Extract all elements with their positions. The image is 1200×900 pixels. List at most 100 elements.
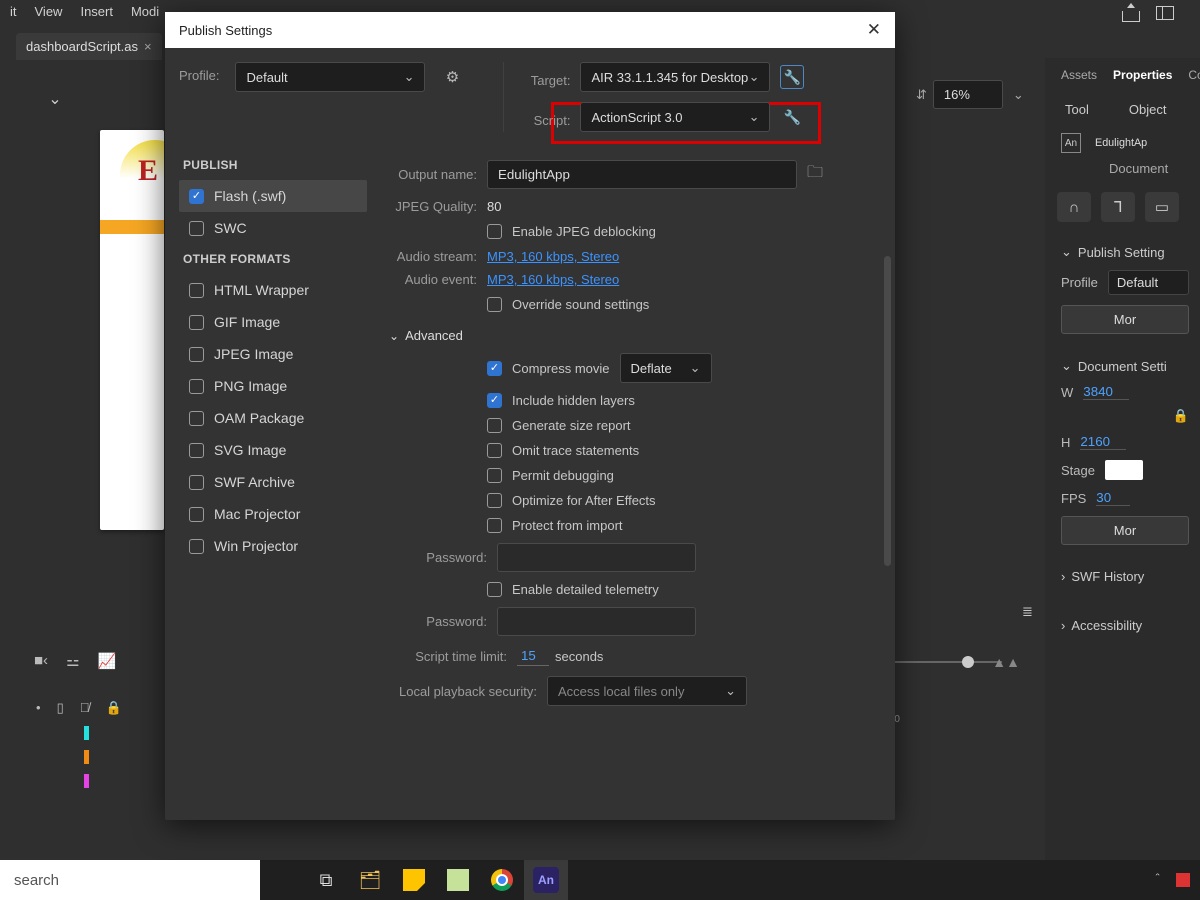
chevron-right-icon[interactable]: ›	[1061, 569, 1065, 584]
audio-stream-value[interactable]: MP3, 160 kbps, Stereo	[487, 249, 619, 264]
checkbox[interactable]	[189, 315, 204, 330]
password-input[interactable]	[497, 543, 696, 572]
dialog-scrollbar[interactable]	[884, 256, 891, 566]
keyframe-marker[interactable]	[84, 750, 89, 764]
gear-icon[interactable]: ⚙	[441, 66, 463, 88]
checkbox-include-hidden[interactable]	[487, 393, 502, 408]
tab-properties[interactable]: Properties	[1105, 64, 1180, 86]
format-svg[interactable]: SVG Image	[179, 434, 367, 466]
keyframe-marker[interactable]	[84, 726, 89, 740]
share-icon[interactable]	[1122, 6, 1140, 22]
page-icon[interactable]: ▯	[57, 700, 64, 716]
film-icon[interactable]: ▭	[1145, 192, 1179, 222]
format-oam[interactable]: OAM Package	[179, 402, 367, 434]
tray-chevron-icon[interactable]: ＾	[1151, 871, 1164, 890]
close-tab-icon[interactable]: ×	[144, 39, 152, 54]
menu-it[interactable]: it	[10, 4, 17, 19]
subtab-tool[interactable]: Tool	[1065, 102, 1089, 117]
format-gif[interactable]: GIF Image	[179, 306, 367, 338]
target-dropdown[interactable]: AIR 33.1.1.345 for Desktop⌄	[580, 62, 770, 92]
chevron-down-icon[interactable]: ⌄	[1061, 358, 1072, 374]
graph-icon[interactable]: ⚍	[66, 652, 79, 670]
script-limit-input[interactable]	[517, 646, 549, 666]
link-dimensions-icon[interactable]: 🔒	[1173, 408, 1189, 424]
format-mac-projector[interactable]: Mac Projector	[179, 498, 367, 530]
checkbox[interactable]	[189, 507, 204, 522]
checkbox-protect-import[interactable]	[487, 518, 502, 533]
tab-color[interactable]: Col	[1180, 64, 1200, 86]
height-input[interactable]	[1080, 434, 1126, 450]
format-win-projector[interactable]: Win Projector	[179, 530, 367, 562]
telemetry-password-input[interactable]	[497, 607, 696, 636]
width-input[interactable]	[1083, 384, 1129, 400]
align-icon[interactable]: ᒣ	[1101, 192, 1135, 222]
sect-document[interactable]: Document Setti	[1078, 359, 1167, 374]
magnet-icon[interactable]: ∩	[1057, 192, 1091, 222]
zoom-dropdown[interactable]: 16%	[933, 80, 1003, 109]
checkbox-optimize-ae[interactable]	[487, 493, 502, 508]
system-tray[interactable]: ＾	[1151, 871, 1200, 890]
checkbox[interactable]	[189, 347, 204, 362]
stage-color-swatch[interactable]	[1105, 460, 1143, 480]
document-tab[interactable]: dashboardScript.as ×	[16, 33, 162, 60]
task-view-icon[interactable]: ⧉	[304, 860, 348, 900]
tray-app-icon[interactable]	[1176, 873, 1190, 887]
timeline-zoom-slider[interactable]: ▲▲	[880, 652, 1020, 672]
audio-event-value[interactable]: MP3, 160 kbps, Stereo	[487, 272, 619, 287]
panel-menu-icon[interactable]: ≣	[1022, 604, 1033, 620]
format-jpeg[interactable]: JPEG Image	[179, 338, 367, 370]
menu-modify[interactable]: Modi	[131, 4, 159, 19]
format-html-wrapper[interactable]: HTML Wrapper	[179, 274, 367, 306]
chart-icon[interactable]: 📈	[98, 652, 117, 670]
checkbox-permit-debug[interactable]	[487, 468, 502, 483]
chevron-right-icon[interactable]: ›	[1061, 618, 1065, 633]
chrome-icon[interactable]	[480, 860, 524, 900]
checkbox[interactable]	[189, 443, 204, 458]
checkbox[interactable]	[189, 189, 204, 204]
zoom-caret[interactable]: ⌄	[1013, 87, 1024, 103]
checkbox[interactable]	[189, 411, 204, 426]
format-swf-archive[interactable]: SWF Archive	[179, 466, 367, 498]
wrench-icon[interactable]: 🔧	[780, 65, 804, 89]
local-security-dropdown[interactable]: Access local files only⌄	[547, 676, 747, 706]
checkbox[interactable]	[189, 539, 204, 554]
menu-insert[interactable]: Insert	[80, 4, 113, 19]
sect-publish[interactable]: Publish Setting	[1078, 245, 1165, 260]
lock-icon[interactable]: 🔒	[105, 700, 121, 716]
format-png[interactable]: PNG Image	[179, 370, 367, 402]
fps-input[interactable]	[1096, 490, 1130, 506]
checkbox[interactable]	[189, 221, 204, 236]
format-swc[interactable]: SWC	[179, 212, 367, 244]
camera-icon[interactable]: ■‹	[34, 652, 48, 670]
checkbox-telemetry[interactable]	[487, 582, 502, 597]
checkbox[interactable]	[189, 475, 204, 490]
profile-dropdown[interactable]: Default	[1108, 270, 1189, 295]
cortana-icon[interactable]	[260, 860, 304, 900]
jpeg-quality-value[interactable]: 80	[487, 199, 501, 214]
advanced-toggle[interactable]: ⌄ Advanced	[389, 328, 873, 343]
profile-dropdown[interactable]: Default⌄	[235, 62, 425, 92]
script-dropdown[interactable]: ActionScript 3.0⌄	[580, 102, 770, 132]
checkbox[interactable]	[189, 379, 204, 394]
tab-overflow-icon[interactable]: ⌄	[40, 88, 70, 110]
chevron-down-icon[interactable]: ⌄	[1061, 244, 1072, 260]
more-settings-button[interactable]: Mor	[1061, 305, 1189, 334]
close-icon[interactable]: ✕	[867, 20, 881, 40]
notepadpp-icon[interactable]	[436, 860, 480, 900]
sticky-notes-icon[interactable]	[392, 860, 436, 900]
visibility-icon[interactable]: 👁̸	[80, 700, 90, 716]
checkbox-compress[interactable]	[487, 361, 502, 376]
sect-accessibility[interactable]: Accessibility	[1071, 618, 1142, 633]
wrench-icon[interactable]: 🔧	[780, 105, 804, 129]
subtab-object[interactable]: Object	[1129, 102, 1167, 117]
taskbar-search[interactable]: search	[0, 860, 260, 900]
browse-folder-icon[interactable]: 🗀	[807, 161, 823, 188]
menu-view[interactable]: View	[35, 4, 63, 19]
output-name-input[interactable]	[487, 160, 797, 189]
tab-assets[interactable]: Assets	[1053, 64, 1105, 86]
file-explorer-icon[interactable]: 🗂	[348, 860, 392, 900]
checkbox-size-report[interactable]	[487, 418, 502, 433]
workspace-panel-icon[interactable]	[1156, 6, 1174, 20]
checkbox-override-sound[interactable]	[487, 297, 502, 312]
compress-method-dropdown[interactable]: Deflate⌄	[620, 353, 712, 383]
